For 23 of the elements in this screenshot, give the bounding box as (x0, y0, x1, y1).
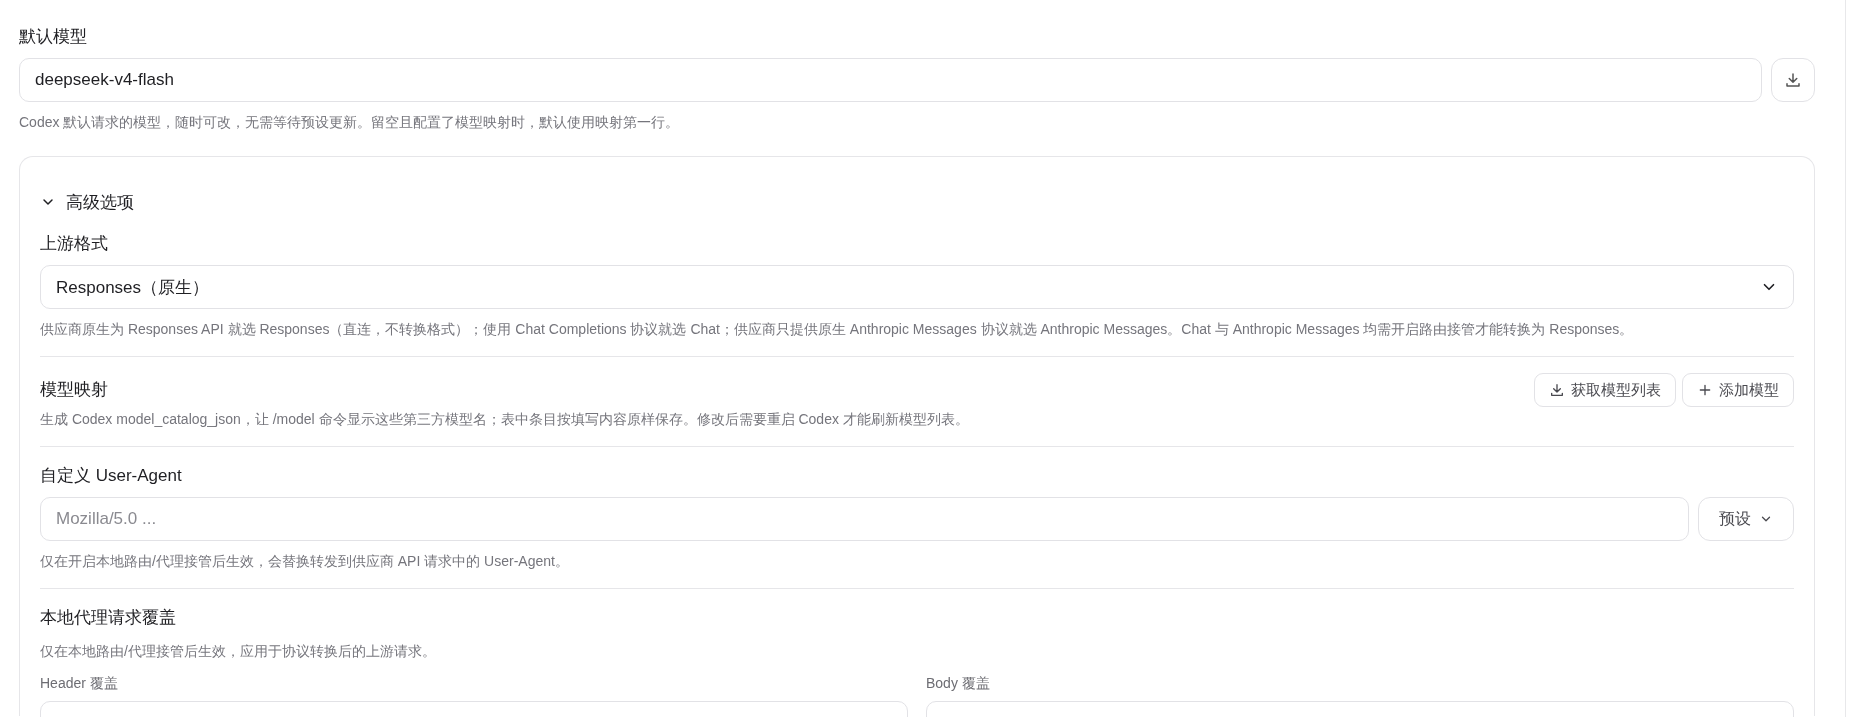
input-field[interactable]: deepseek-v4-flash (19, 58, 1762, 102)
field-label: 模型映射 (40, 379, 108, 401)
field-label: 自定义 User-Agent (40, 465, 183, 487)
format-select[interactable]: Responses（原生） (40, 265, 1794, 309)
column-label: Header 覆盖 (40, 674, 119, 693)
help-text: 仅在开启本地路由/代理接管后生效，会替换转发到供应商 API 请求中的 User-Agent。 (40, 552, 570, 571)
help-text: 供应商原生为 Responses API 就选 Responses（直连，不转换格式）；使用 Chat Completions 协议就选 Chat；供应商只提供原生 Anthropic Messages 协议就选 Anthropic Messages。Chat 与 Anthropic Messages 均需开启路由接管才能转换为 Responses。 (40, 320, 1635, 339)
help-text: Codex 默认请求的模型，随时可改，无需等待预设更新。留空且配置了模型映射时，默认使用映射第一行。 (19, 113, 681, 132)
help-text: 仅在本地路由/代理接管后生效，应用于协议转换后的上游请求。 (40, 642, 437, 661)
help-text: 生成 Codex model_catalog_json，让 /model 命令显示这些第三方模型名；表中条目按填写内容原样保存。修改后需要重启 Codex 才能刷新模型列表。 (40, 410, 970, 429)
field-label: 上游格式 (40, 233, 109, 255)
download-button[interactable] (1771, 58, 1815, 102)
preset-dropdown[interactable]: 预设 (1698, 497, 1794, 541)
field-label: 本地代理请求覆盖 (40, 607, 177, 629)
download-icon (1549, 382, 1565, 398)
section-toggle[interactable]: 高级选项 (40, 187, 134, 217)
column-label: Body 覆盖 (926, 674, 991, 693)
toolbar-button[interactable]: 获取模型列表 (1534, 373, 1676, 407)
field-label: 默认模型 (19, 26, 88, 48)
plus-icon (1697, 382, 1713, 398)
toolbar-button[interactable]: 添加模型 (1682, 373, 1794, 407)
input-field[interactable]: Mozilla/5.0 ... (40, 497, 1689, 541)
download-icon (1784, 71, 1802, 89)
